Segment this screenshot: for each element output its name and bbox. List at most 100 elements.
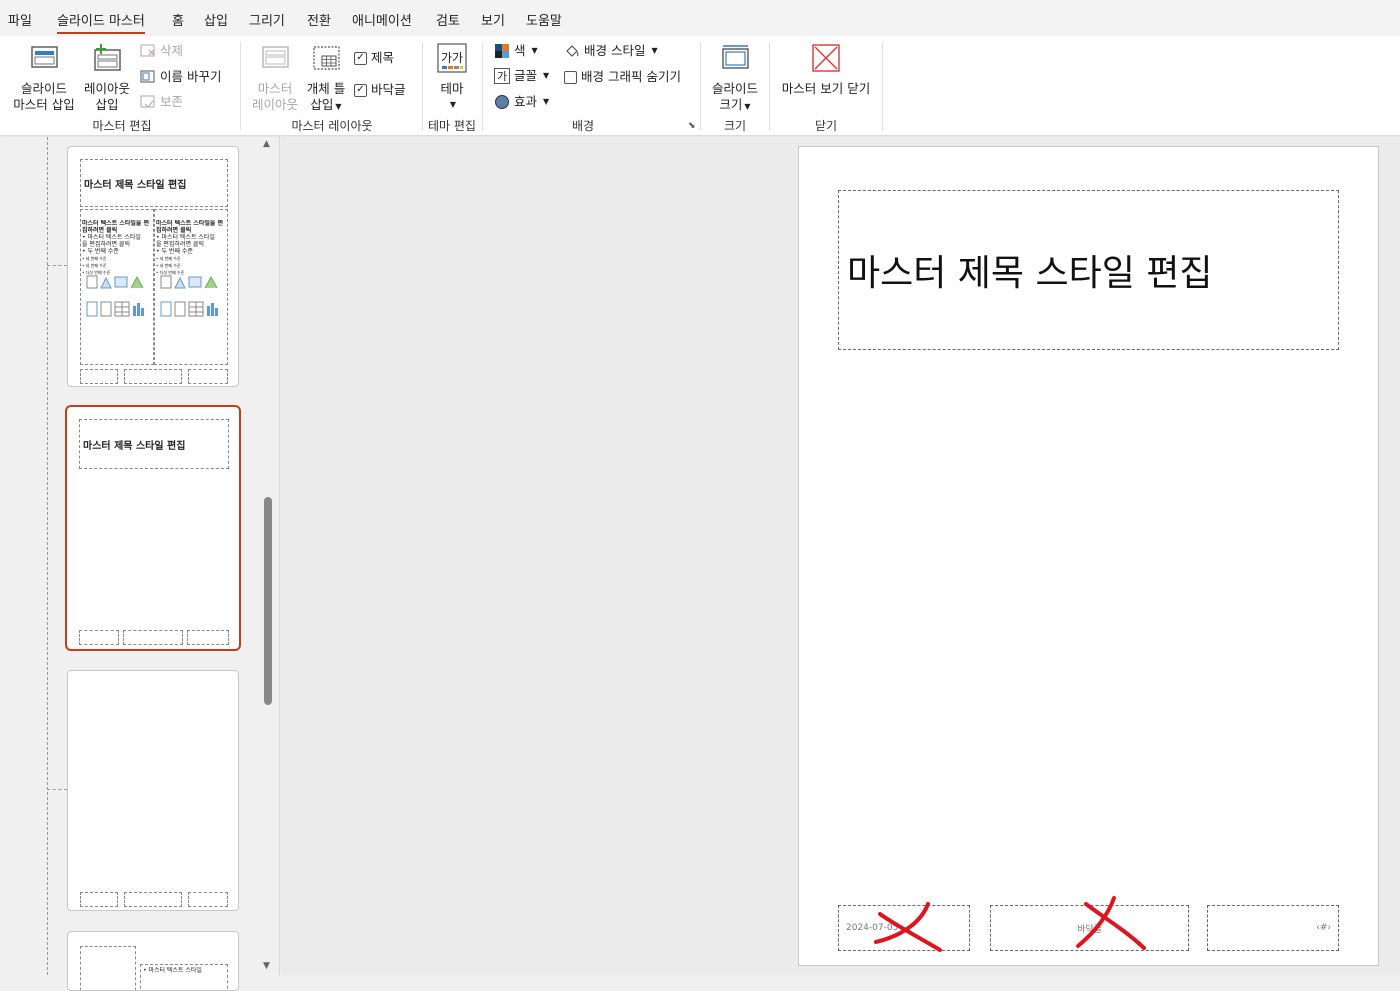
effects-label: 효과 — [514, 94, 538, 109]
ribbon-separator — [700, 42, 701, 130]
preserve-icon — [140, 95, 155, 108]
thumb-text-line: • 두 번째 수준 — [156, 248, 193, 255]
page-number-placeholder[interactable]: ‹#› — [1207, 905, 1339, 951]
menu-bar: 파일 슬라이드 마스터 홈 삽입 그리기 전환 애니메이션 검토 보기 도움말 — [0, 0, 1400, 36]
slide-size-button[interactable]: 슬라이드 크기 ▼ — [706, 42, 764, 115]
tab-file[interactable]: 파일 — [8, 10, 32, 29]
insert-placeholder-icon — [313, 46, 340, 70]
thumb-content-left: 마스터 텍스트 스타일을 편 집하려면 클릭 • 마스터 텍스트 스타일 을 편… — [80, 209, 154, 365]
ribbon: 슬라이드 마스터 삽입 레이아웃 삽입 삭제 이름 바꾸기 보존 마스터 편집 … — [0, 36, 1400, 136]
footer-placeholder[interactable]: 바닥글 — [990, 905, 1189, 951]
thumb-title-placeholder: 마스터 제목 스타일 편집 — [79, 419, 229, 469]
ribbon-separator — [240, 42, 241, 130]
colors-dropdown[interactable]: 색 ▼ — [494, 41, 538, 61]
date-placeholder[interactable]: 2024-07-05 — [838, 905, 970, 951]
scrollbar-thumb[interactable] — [264, 497, 272, 705]
thumb-content-placeholder: • 마스터 텍스트 스타일 — [140, 964, 228, 990]
hide-background-graphics-checkbox[interactable]: 배경 그래픽 숨기기 — [564, 67, 681, 87]
effects-dropdown[interactable]: 효과 ▼ — [494, 92, 549, 112]
tab-slide-master[interactable]: 슬라이드 마스터 — [57, 10, 145, 34]
group-label-edit-theme: 테마 편집 — [428, 119, 476, 133]
checkbox-unchecked-icon — [564, 70, 577, 84]
thumb-text-line: 집하려면 클릭 — [82, 227, 118, 234]
preserve-button[interactable]: 보존 — [140, 92, 183, 112]
thumb-date-placeholder — [80, 892, 118, 907]
thumb-footer-placeholder — [124, 892, 182, 907]
fonts-label: 글꼴 — [514, 68, 538, 83]
layout-thumbnail-title-only[interactable]: 마스터 제목 스타일 편집 — [65, 405, 241, 651]
thumb-text-line: 을 편집하려면 클릭 — [82, 241, 130, 248]
scroll-down-icon[interactable]: ▼ — [263, 961, 270, 971]
insert-layout-button[interactable]: 레이아웃 삽입 — [80, 42, 134, 113]
group-label-close: 닫기 — [814, 119, 838, 133]
layout-thumbnail-content-caption[interactable]: • 마스터 텍스트 스타일 — [67, 931, 239, 991]
insert-placeholder-button[interactable]: 개체 틀 삽입 ▼ — [302, 42, 350, 115]
fonts-dropdown[interactable]: 가 글꼴 ▼ — [494, 66, 549, 86]
layout-thumbnail-blank[interactable] — [67, 670, 239, 911]
slide-size-label-2-text: 크기 — [719, 97, 743, 112]
group-label-size: 크기 — [723, 119, 747, 133]
group-label-master-edit: 마스터 편집 — [92, 119, 152, 133]
thumb-text-line: • 마스터 텍스트 스타일 — [82, 234, 141, 241]
background-styles-label: 배경 스타일 — [584, 43, 646, 58]
checkbox-checked-icon: ✓ — [354, 83, 367, 97]
thumb-text-line: • 세 번째 수준 — [82, 256, 107, 261]
effects-icon — [495, 95, 509, 109]
thumb-date-placeholder — [79, 630, 119, 645]
chevron-down-icon: ▼ — [335, 102, 342, 111]
tab-home[interactable]: 홈 — [172, 10, 184, 29]
footer-checkbox-label: 바닥글 — [371, 82, 406, 97]
thumb-caption-title — [80, 946, 136, 990]
thumb-page-number-placeholder — [188, 369, 228, 384]
chevron-down-icon: ▼ — [543, 97, 550, 106]
tab-help[interactable]: 도움말 — [526, 10, 562, 29]
master-layout-button[interactable]: 마스터 레이아웃 — [250, 42, 300, 113]
title-placeholder[interactable]: 마스터 제목 스타일 편집 — [838, 190, 1339, 350]
insert-placeholder-label-2: 삽입 ▼ — [302, 97, 350, 115]
tab-draw[interactable]: 그리기 — [249, 10, 285, 29]
colors-label: 색 — [514, 43, 526, 58]
rename-icon — [140, 70, 155, 83]
delete-label: 삭제 — [160, 43, 184, 58]
ribbon-separator — [482, 42, 483, 130]
layout-thumbnail-two-content[interactable]: 마스터 제목 스타일 편집 마스터 텍스트 스타일을 편 집하려면 클릭 • 마… — [67, 146, 239, 387]
thumb-right-text: 마스터 텍스트 스타일을 편 집하려면 클릭 • 마스터 텍스트 스타일 을 편… — [156, 220, 228, 276]
insert-layout-icon — [94, 44, 121, 71]
tab-review[interactable]: 검토 — [436, 10, 460, 29]
thumb-page-number-placeholder — [188, 892, 228, 907]
dialog-launcher-icon[interactable]: ⬊ — [688, 121, 696, 131]
insert-slide-master-icon — [31, 46, 58, 68]
slide-size-icon — [722, 45, 749, 69]
theme-button[interactable]: 가가 테마 ▼ — [430, 42, 474, 113]
hierarchy-line — [47, 137, 48, 975]
thumb-content-right: 마스터 텍스트 스타일을 편 집하려면 클릭 • 마스터 텍스트 스타일 을 편… — [154, 209, 228, 365]
close-master-view-button[interactable]: 마스터 보기 닫기 — [776, 42, 876, 97]
title-checkbox[interactable]: ✓ 제목 — [354, 48, 394, 68]
insert-slide-master-button[interactable]: 슬라이드 마스터 삽입 — [10, 42, 78, 113]
slide-thumbnail-panel: 마스터 제목 스타일 편집 마스터 텍스트 스타일을 편 집하려면 클릭 • 마… — [0, 137, 280, 991]
thumb-page-number-placeholder — [187, 630, 229, 645]
chevron-down-icon: ▼ — [651, 46, 658, 55]
slide-size-label-1: 슬라이드 — [711, 81, 758, 96]
master-layout-label-1: 마스터 — [257, 81, 293, 96]
thumb-text-line: 마스터 텍스트 스타일을 편 — [156, 220, 223, 227]
scroll-up-icon[interactable]: ▲ — [263, 139, 270, 149]
insert-placeholder-label-2-text: 삽입 — [310, 97, 334, 112]
background-styles-dropdown[interactable]: 배경 스타일 ▼ — [564, 41, 658, 61]
tab-transitions[interactable]: 전환 — [307, 10, 331, 29]
close-master-view-label: 마스터 보기 닫기 — [781, 81, 871, 96]
footer-checkbox[interactable]: ✓ 바닥글 — [354, 80, 406, 100]
delete-button[interactable]: 삭제 — [140, 41, 183, 61]
group-label-master-layout: 마스터 레이아웃 — [291, 119, 373, 133]
tab-insert[interactable]: 삽입 — [204, 10, 228, 29]
master-layout-icon — [262, 46, 289, 68]
slide-size-label-2: 크기 ▼ — [706, 97, 764, 115]
tab-view[interactable]: 보기 — [481, 10, 505, 29]
tab-animations[interactable]: 애니메이션 — [352, 10, 412, 29]
hierarchy-connector — [47, 789, 67, 790]
rename-button[interactable]: 이름 바꾸기 — [140, 67, 221, 87]
fonts-icon: 가 — [494, 68, 510, 84]
insert-layout-label-2: 삽입 — [95, 97, 119, 112]
chevron-down-icon: ▼ — [744, 102, 751, 111]
insert-layout-label-1: 레이아웃 — [83, 81, 130, 96]
